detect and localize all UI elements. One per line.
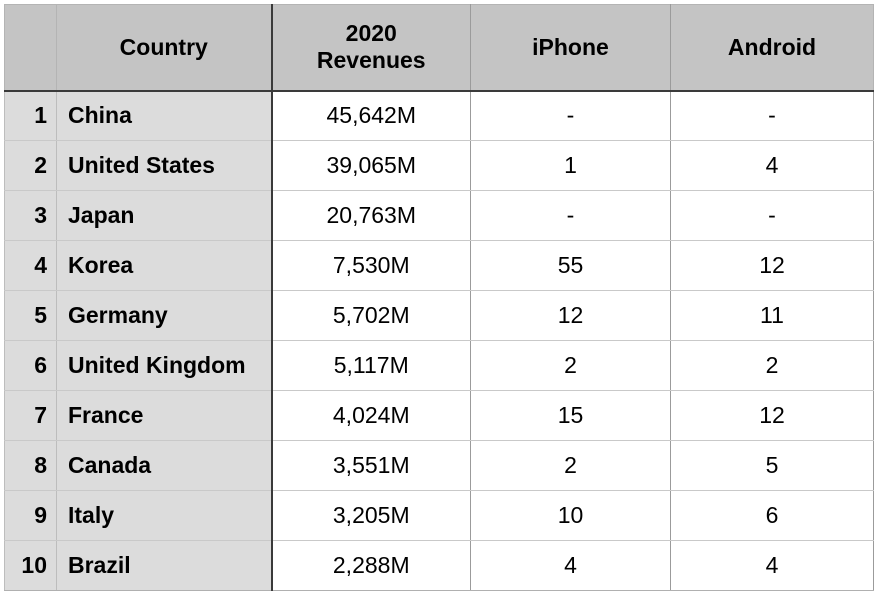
cell-android: -: [670, 90, 874, 141]
cell-android: 2: [670, 340, 874, 391]
cell-revenues: 39,065M: [271, 140, 471, 191]
cell-revenues: 20,763M: [271, 190, 471, 241]
table-row: 4 Korea 7,530M 55 12: [4, 240, 874, 291]
column-header-android: Android: [670, 4, 874, 92]
cell-iphone: 4: [470, 540, 671, 591]
cell-country: United Kingdom: [56, 340, 273, 391]
table-row: 8 Canada 3,551M 2 5: [4, 440, 874, 491]
cell-country: Germany: [56, 290, 273, 341]
cell-android: 4: [670, 540, 874, 591]
column-header-rank: [4, 4, 57, 92]
cell-iphone: 10: [470, 490, 671, 541]
cell-iphone: 15: [470, 390, 671, 441]
cell-country: China: [56, 90, 273, 141]
cell-country: United States: [56, 140, 273, 191]
cell-iphone: 2: [470, 440, 671, 491]
table-header-row: Country 2020 Revenues iPhone Android: [4, 4, 874, 92]
cell-country: France: [56, 390, 273, 441]
cell-revenues: 3,551M: [271, 440, 471, 491]
column-header-revenues-year: 2020: [345, 20, 397, 47]
cell-iphone: 55: [470, 240, 671, 291]
column-header-revenues-label: Revenues: [316, 47, 426, 74]
cell-country: Korea: [56, 240, 273, 291]
cell-revenues: 4,024M: [271, 390, 471, 441]
table-page: Country 2020 Revenues iPhone Android 1 Ch…: [0, 0, 878, 600]
table-header: Country 2020 Revenues iPhone Android: [4, 4, 874, 92]
cell-iphone: -: [470, 90, 671, 141]
table-row: 7 France 4,024M 15 12: [4, 390, 874, 441]
cell-iphone: 1: [470, 140, 671, 191]
cell-rank: 8: [4, 440, 57, 491]
cell-revenues: 3,205M: [271, 490, 471, 541]
column-header-revenues: 2020 Revenues: [271, 4, 471, 92]
cell-revenues: 2,288M: [271, 540, 471, 591]
cell-rank: 9: [4, 490, 57, 541]
country-revenue-table: Country 2020 Revenues iPhone Android 1 Ch…: [4, 4, 874, 591]
table-row: 3 Japan 20,763M - -: [4, 190, 874, 241]
table-row: 6 United Kingdom 5,117M 2 2: [4, 340, 874, 391]
cell-iphone: -: [470, 190, 671, 241]
cell-rank: 7: [4, 390, 57, 441]
cell-rank: 5: [4, 290, 57, 341]
cell-country: Canada: [56, 440, 273, 491]
cell-android: 4: [670, 140, 874, 191]
cell-country: Japan: [56, 190, 273, 241]
cell-country: Italy: [56, 490, 273, 541]
cell-android: 12: [670, 390, 874, 441]
cell-android: 11: [670, 290, 874, 341]
column-header-iphone: iPhone: [470, 4, 671, 92]
table-row: 9 Italy 3,205M 10 6: [4, 490, 874, 541]
cell-iphone: 2: [470, 340, 671, 391]
cell-android: 12: [670, 240, 874, 291]
cell-revenues: 45,642M: [271, 90, 471, 141]
cell-rank: 4: [4, 240, 57, 291]
cell-country: Brazil: [56, 540, 273, 591]
cell-android: 5: [670, 440, 874, 491]
table-row: 1 China 45,642M - -: [4, 90, 874, 141]
table-row: 5 Germany 5,702M 12 11: [4, 290, 874, 341]
cell-iphone: 12: [470, 290, 671, 341]
cell-revenues: 5,702M: [271, 290, 471, 341]
cell-revenues: 7,530M: [271, 240, 471, 291]
cell-rank: 2: [4, 140, 57, 191]
table-row: 10 Brazil 2,288M 4 4: [4, 540, 874, 591]
cell-rank: 1: [4, 90, 57, 141]
cell-android: -: [670, 190, 874, 241]
column-header-country: Country: [56, 4, 273, 92]
cell-rank: 10: [4, 540, 57, 591]
cell-android: 6: [670, 490, 874, 541]
cell-rank: 6: [4, 340, 57, 391]
cell-rank: 3: [4, 190, 57, 241]
table-body: 1 China 45,642M - -2 United States 39,065M 1 4 3 J…: [4, 90, 874, 591]
cell-revenues: 5,117M: [271, 340, 471, 391]
table-row: 2 United States 39,065M 1 4: [4, 140, 874, 191]
